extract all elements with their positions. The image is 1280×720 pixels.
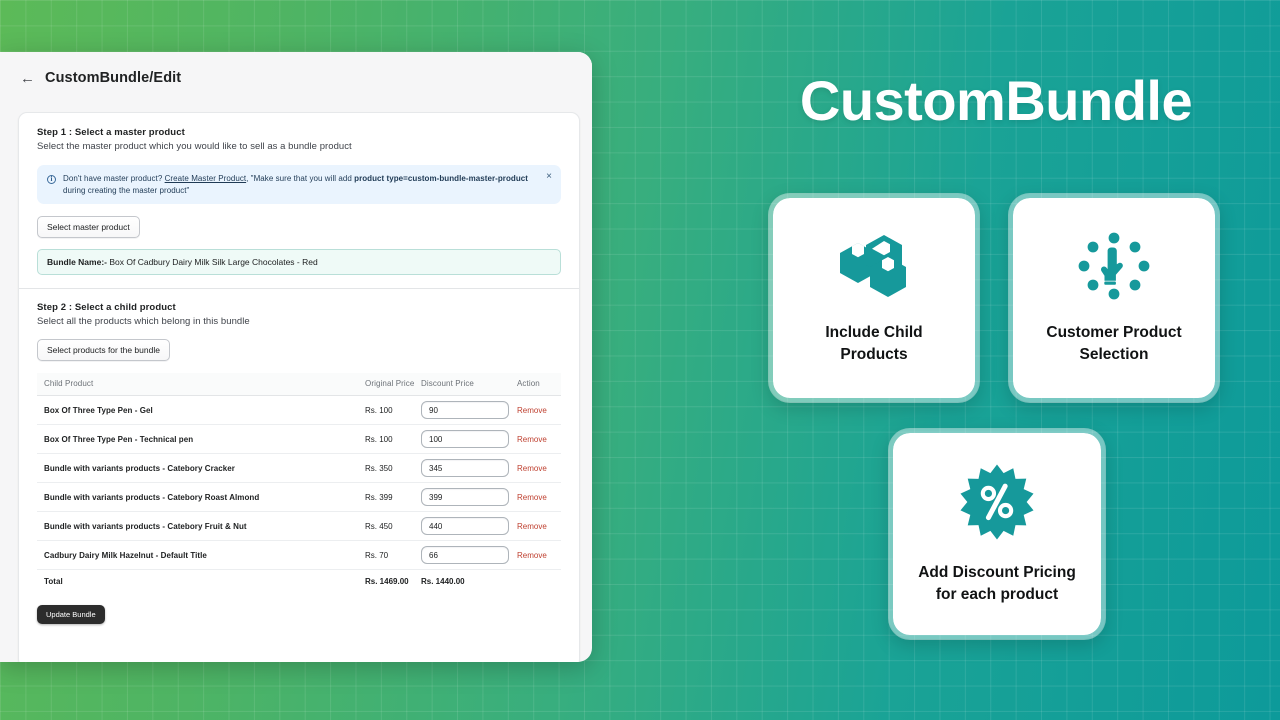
cell-original-price: Rs. 70 bbox=[365, 540, 421, 571]
feature-card-customer-product-selection: Customer Product Selection bbox=[1008, 193, 1220, 403]
close-icon[interactable]: × bbox=[546, 172, 552, 182]
info-tail: during creating the master product" bbox=[63, 185, 190, 195]
cell-original-price: Rs. 399 bbox=[365, 482, 421, 513]
table-row: Box Of Three Type Pen - Technical pen Rs.… bbox=[37, 424, 561, 455]
info-mid: , "Make sure that you will add bbox=[246, 174, 355, 183]
select-products-button[interactable]: Select products for the bundle bbox=[37, 339, 170, 362]
cell-original-price: Rs. 350 bbox=[365, 453, 421, 484]
feature-label-line2: Products bbox=[840, 345, 908, 363]
cell-child-product: Cadbury Dairy Milk Hazelnut - Default Ti… bbox=[37, 540, 365, 571]
column-header-discount-price: Discount Price bbox=[421, 373, 517, 397]
hero-title: CustomBundle bbox=[799, 69, 1193, 132]
table-row: Box Of Three Type Pen - GelRs. 100 Remove bbox=[37, 395, 561, 426]
discount-price-input[interactable] bbox=[421, 546, 509, 565]
bundle-name-field[interactable]: Bundle Name:- Box Of Cadbury Dairy Milk … bbox=[37, 249, 561, 276]
select-master-product-button[interactable]: Select master product bbox=[37, 216, 140, 239]
feature-card-label: Include Child Products bbox=[825, 322, 922, 365]
total-original-price: Rs. 1469.00 bbox=[365, 577, 409, 587]
table-body: Box Of Three Type Pen - GelRs. 100 Remove… bbox=[37, 395, 561, 592]
table-total-row: Total Rs. 1469.00 Rs. 1440.00 bbox=[37, 570, 561, 592]
cell-action: Remove bbox=[517, 540, 561, 571]
cell-action: Remove bbox=[517, 482, 561, 513]
create-master-product-link[interactable]: Create Master Product bbox=[165, 174, 247, 183]
cell-discount-price bbox=[421, 511, 517, 542]
cell-original-price: Rs. 100 bbox=[365, 395, 421, 426]
remove-link[interactable]: Remove bbox=[517, 522, 547, 531]
feature-label-line2: for each product bbox=[935, 585, 1059, 603]
feature-card-label: Customer Product Selection bbox=[1046, 322, 1181, 365]
discount-price-input[interactable] bbox=[421, 401, 509, 420]
table-row: Cadbury Dairy Milk Hazelnut - Default Ti… bbox=[37, 540, 561, 571]
column-header-original-price: Original Price bbox=[365, 373, 421, 397]
info-bold: product type=custom-bundle-master-produc… bbox=[354, 174, 528, 183]
discount-price-input[interactable] bbox=[421, 430, 509, 449]
info-banner-text: Don't have master product? Create Master… bbox=[63, 173, 535, 196]
info-lead: Don't have master product? bbox=[63, 174, 163, 183]
child-products-table: Child Product Original Price Discount Pr… bbox=[37, 373, 561, 591]
update-bundle-button[interactable]: Update Bundle bbox=[37, 605, 105, 625]
cell-child-product: Bundle with variants products - Catebory… bbox=[37, 453, 365, 484]
feature-label-line2: Selection bbox=[1079, 345, 1149, 363]
discount-price-input[interactable] bbox=[421, 517, 509, 536]
discount-price-input[interactable] bbox=[421, 459, 509, 478]
column-header-action: Action bbox=[517, 373, 561, 397]
boxes-icon bbox=[836, 231, 912, 306]
column-header-child-product: Child Product bbox=[37, 373, 365, 397]
cell-action: Remove bbox=[517, 511, 561, 542]
cell-child-product: Box Of Three Type Pen - Technical pen bbox=[37, 424, 365, 455]
discount-price-input[interactable] bbox=[421, 488, 509, 507]
cell-discount-price bbox=[421, 395, 517, 426]
table-row: Bundle with variants products - Catebory… bbox=[37, 482, 561, 513]
cell-action: Remove bbox=[517, 395, 561, 426]
cell-action: Remove bbox=[517, 424, 561, 455]
step1-title: Step 1 : Select a master product bbox=[37, 127, 185, 138]
hand-pointer-icon bbox=[1076, 231, 1152, 306]
percent-badge-icon bbox=[958, 463, 1036, 546]
step1-section: Step 1 : Select a master product Select … bbox=[37, 127, 561, 276]
info-icon: i bbox=[47, 175, 56, 184]
feature-card-label: Add Discount Pricing for each product bbox=[918, 562, 1076, 605]
cell-discount-price bbox=[421, 540, 517, 571]
table-row: Bundle with variants products - Catebory… bbox=[37, 453, 561, 484]
cell-action: Remove bbox=[517, 453, 561, 484]
cell-discount-price bbox=[421, 424, 517, 455]
screenshot-root: ← CustomBundle/Edit Step 1 : Select a ma… bbox=[0, 0, 1280, 720]
cell-child-product: Bundle with variants products - Catebory… bbox=[37, 482, 365, 513]
step1-subtitle: Select the master product which you woul… bbox=[37, 141, 352, 152]
app-panel: ← CustomBundle/Edit Step 1 : Select a ma… bbox=[0, 52, 592, 662]
cell-discount-price bbox=[421, 453, 517, 484]
feature-card-add-discount-pricing: Add Discount Pricing for each product bbox=[888, 428, 1106, 640]
back-arrow-icon[interactable]: ← bbox=[20, 71, 35, 86]
bundle-name-value: Box Of Cadbury Dairy Milk Silk Large Cho… bbox=[109, 257, 318, 268]
remove-link[interactable]: Remove bbox=[517, 464, 547, 473]
total-action-spacer bbox=[517, 570, 561, 592]
table-header-row: Child Product Original Price Discount Pr… bbox=[37, 373, 561, 397]
cell-child-product: Box Of Three Type Pen - Gel bbox=[37, 395, 365, 426]
step2-subtitle: Select all the products which belong in … bbox=[37, 316, 250, 328]
total-label: Total bbox=[44, 577, 63, 587]
section-divider bbox=[19, 288, 579, 290]
cell-discount-price bbox=[421, 482, 517, 513]
feature-label-line1: Customer Product bbox=[1046, 324, 1182, 342]
cell-original-price: Rs. 100 bbox=[365, 424, 421, 455]
total-discount-price: Rs. 1440.00 bbox=[421, 577, 465, 587]
table-row: Bundle with variants products - Catebory… bbox=[37, 511, 561, 542]
cell-child-product: Bundle with variants products - Catebory… bbox=[37, 511, 365, 542]
bundle-name-label: Bundle Name:- bbox=[47, 257, 107, 268]
step2-section: Step 2 : Select a child product Select a… bbox=[37, 302, 561, 625]
step2-title: Step 2 : Select a child product bbox=[37, 302, 176, 314]
remove-link[interactable]: Remove bbox=[517, 551, 547, 560]
cell-original-price: Rs. 450 bbox=[365, 511, 421, 542]
feature-label-line1: Include Child bbox=[825, 324, 923, 342]
panel-header: ← CustomBundle/Edit bbox=[0, 52, 592, 104]
page-title: CustomBundle/Edit bbox=[45, 70, 182, 86]
feature-card-include-child-products: Include Child Products bbox=[768, 193, 980, 403]
remove-link[interactable]: Remove bbox=[517, 493, 547, 502]
edit-form-card: Step 1 : Select a master product Select … bbox=[18, 112, 580, 662]
feature-label-line1: Add Discount Pricing bbox=[918, 564, 1076, 582]
remove-link[interactable]: Remove bbox=[517, 406, 547, 415]
remove-link[interactable]: Remove bbox=[517, 435, 547, 444]
info-banner: i Don't have master product? Create Mast… bbox=[37, 165, 561, 205]
